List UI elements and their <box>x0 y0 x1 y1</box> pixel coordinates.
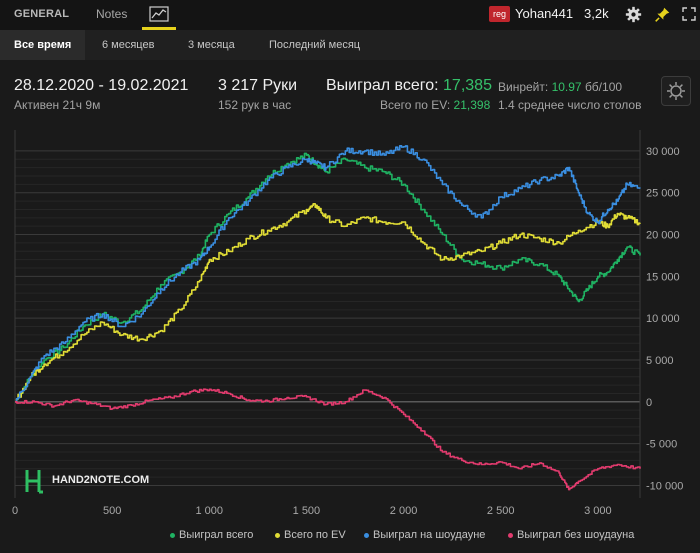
chart-legend: Выиграл всего Всего по EV Выиграл на шоу… <box>0 525 700 549</box>
x-axis-labels: 0 500 1 000 1 500 2 000 2 500 3 000 <box>12 505 612 517</box>
ev-value: 21,398 <box>453 98 491 112</box>
y-tick-label: 5 000 <box>646 355 674 367</box>
hands-count: 3 217 Руки <box>218 77 298 94</box>
y-tick-label: 20 000 <box>646 230 680 242</box>
x-tick-label: 1 500 <box>293 505 321 517</box>
tab-general[interactable]: GENERAL <box>14 0 69 30</box>
chart-grid <box>14 130 641 498</box>
x-tick-label: 500 <box>103 505 121 517</box>
avg-tables: 1.4 среднее число столов <box>498 98 642 112</box>
x-tick-label: 0 <box>12 505 18 517</box>
legend-won-total[interactable]: Выиграл всего <box>170 529 253 541</box>
hands-rate: 152 рук в час <box>218 98 292 112</box>
active-time: Активен 21ч 9м <box>14 98 101 112</box>
won-total: Выиграл всего: 17,385 <box>326 77 492 95</box>
legend-won-showdown[interactable]: Выиграл на шоудауне <box>364 529 485 541</box>
winrate-label: Винрейт: <box>498 80 549 94</box>
winrate-value: 10.97 <box>551 80 582 94</box>
username[interactable]: Yohan441 <box>515 0 573 28</box>
balance: 3,2k <box>584 6 609 21</box>
period-last-month[interactable]: Последний месяц <box>269 30 360 60</box>
period-6-months[interactable]: 6 месяцев <box>102 30 154 60</box>
gear-icon <box>667 82 685 100</box>
won-total-value: 17,385 <box>443 77 492 94</box>
y-axis-labels: -10 000 -5 000 0 5 000 10 000 15 000 20 000 25 … <box>646 146 683 493</box>
legend-won-non-showdown[interactable]: Выиграл без шоудауна <box>508 529 634 541</box>
legend-dot <box>275 532 280 538</box>
y-tick-label: -5 000 <box>646 439 677 451</box>
tab-notes[interactable]: Notes <box>96 0 127 30</box>
expand-icon[interactable] <box>682 7 696 21</box>
line-chart-icon <box>149 6 169 22</box>
date-range: 28.12.2020 - 19.02.2021 <box>14 77 189 94</box>
legend-dot <box>508 532 513 538</box>
period-3-months[interactable]: 3 месяца <box>188 30 235 60</box>
legend-label: Выиграл на шоудауне <box>373 529 486 541</box>
legend-label: Выиграл без шоудауна <box>517 529 635 541</box>
period-bar: Все время 6 месяцев 3 месяца Последний м… <box>0 30 700 60</box>
tab-graph[interactable] <box>142 0 176 30</box>
series-line-0 <box>15 152 641 403</box>
hand2note-logo-icon <box>25 470 43 494</box>
watermark-text: HAND2NOTE.COM <box>52 474 150 486</box>
gear-icon[interactable] <box>625 6 642 23</box>
stats-panel: 28.12.2020 - 19.02.2021 Активен 21ч 9м 3… <box>0 60 700 120</box>
legend-dot <box>170 532 175 538</box>
chart-settings-button[interactable] <box>661 76 691 106</box>
ev-label: Всего по EV: <box>380 98 451 112</box>
legend-label: Всего по EV <box>284 529 346 541</box>
won-total-label: Выиграл всего: <box>326 77 439 94</box>
y-tick-label: 10 000 <box>646 313 680 325</box>
x-tick-label: 2 500 <box>487 505 515 517</box>
winrate: Винрейт: 10.97 бб/100 <box>498 80 622 94</box>
y-tick-label: 30 000 <box>646 146 680 158</box>
top-bar: GENERAL Notes reg Yohan441 3,2k <box>0 0 700 30</box>
series-line-1 <box>15 203 641 403</box>
y-tick-label: 15 000 <box>646 271 680 283</box>
x-tick-label: 2 000 <box>390 505 418 517</box>
y-tick-label: -10 000 <box>646 480 683 492</box>
y-tick-label: 25 000 <box>646 188 680 200</box>
profit-chart: -10 000 -5 000 0 5 000 10 000 15 000 20 000 25 … <box>12 130 683 517</box>
pin-icon[interactable] <box>654 6 671 23</box>
legend-label: Выиграл всего <box>179 529 254 541</box>
period-all-time[interactable]: Все время <box>0 30 86 60</box>
winrate-unit: бб/100 <box>584 80 623 94</box>
legend-ev-total[interactable]: Всего по EV <box>275 529 346 541</box>
hand2note-logo: HAND2NOTE.COM <box>24 468 149 494</box>
reg-badge: reg <box>489 6 510 22</box>
legend-dot <box>364 532 369 538</box>
ev-total: Всего по EV: 21,398 <box>380 98 490 112</box>
y-tick-label: 0 <box>646 397 652 409</box>
x-tick-label: 1 000 <box>196 505 224 517</box>
x-tick-label: 3 000 <box>584 505 612 517</box>
